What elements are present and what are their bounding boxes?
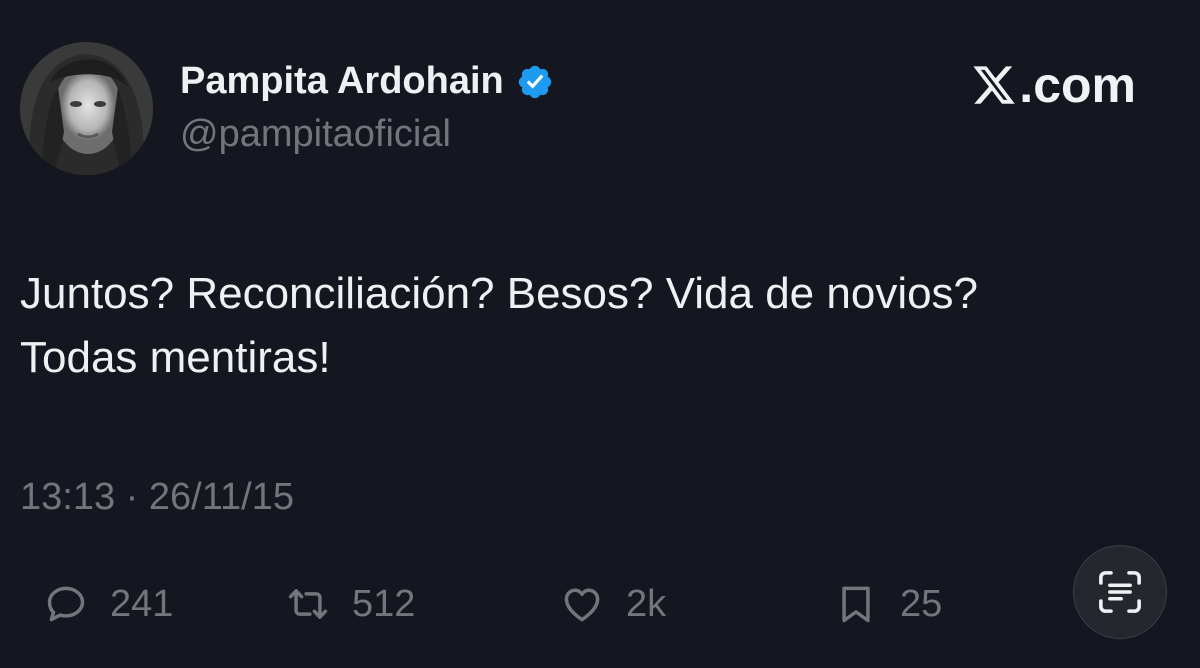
avatar[interactable] bbox=[20, 42, 153, 175]
brand-domain-label: .com bbox=[1019, 57, 1136, 113]
like-button[interactable]: 2k bbox=[560, 572, 666, 636]
retweet-icon bbox=[288, 589, 328, 619]
tweet-text-line: Todas mentiras! bbox=[20, 333, 331, 382]
x-logo-icon bbox=[973, 66, 1016, 104]
verified-badge-icon bbox=[518, 65, 551, 98]
bookmark-count: 25 bbox=[900, 582, 943, 625]
bookmark-icon bbox=[842, 586, 870, 623]
author-display-name[interactable]: Pampita Ardohain bbox=[180, 60, 504, 103]
author-name-row[interactable]: Pampita Ardohain bbox=[180, 60, 554, 103]
text-scan-icon bbox=[1099, 571, 1141, 613]
brand-logo: .com bbox=[971, 56, 1136, 114]
text-scan-button[interactable] bbox=[1073, 545, 1167, 639]
bookmark-button[interactable]: 25 bbox=[834, 572, 942, 636]
retweet-count: 512 bbox=[352, 582, 416, 625]
tweet-text-line: Juntos? Reconciliación? Besos? Vida de n… bbox=[20, 269, 979, 318]
reply-icon bbox=[47, 586, 85, 622]
tweet-text: Juntos? Reconciliación? Besos? Vida de n… bbox=[20, 262, 1170, 390]
profile-photo bbox=[20, 42, 153, 175]
tweet-timestamp[interactable]: 13:13 · 26/11/15 bbox=[20, 476, 294, 519]
like-count: 2k bbox=[626, 582, 667, 625]
author-handle[interactable]: @pampitaoficial bbox=[180, 113, 451, 156]
heart-icon bbox=[564, 588, 600, 622]
retweet-button[interactable]: 512 bbox=[286, 572, 415, 636]
reply-button[interactable]: 241 bbox=[44, 572, 173, 636]
reply-count: 241 bbox=[110, 582, 174, 625]
action-bar: 241 512 2k 25 bbox=[0, 572, 1200, 636]
